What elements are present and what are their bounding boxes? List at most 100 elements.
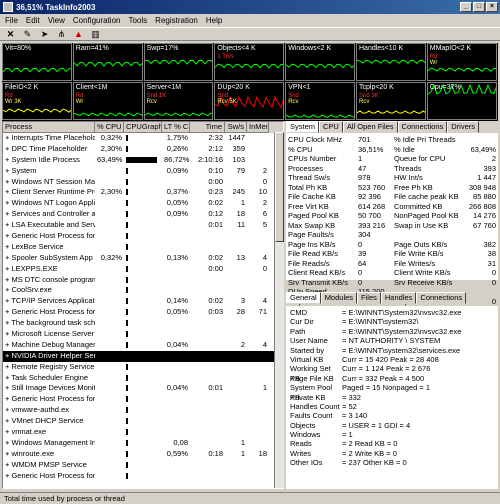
menu-file[interactable]: File [5, 16, 18, 25]
close-button[interactable]: × [486, 2, 498, 12]
tab-handles[interactable]: Handles [380, 292, 417, 304]
table-row[interactable]: + System Idle Process 63,49% 86,72% 2:10:16… [3, 155, 283, 166]
table-row[interactable]: + NVIDIA Driver Helper Service [3, 350, 283, 362]
detail-value: Objects [290, 420, 316, 430]
pin-icon[interactable]: ✎ [22, 29, 33, 40]
stat-value: File Writes/s [394, 258, 436, 268]
table-row[interactable]: + LexBce Service [3, 242, 283, 253]
menu-configuration[interactable]: Configuration [73, 16, 121, 25]
table-cell [190, 242, 225, 253]
tab-drivers[interactable]: Drivers [447, 121, 479, 133]
table-row[interactable]: + Windows Management Instrumentation 0,08… [3, 438, 283, 449]
table-cell: 103 [232, 154, 245, 164]
table-row[interactable]: + Generic Host Process for Win32 [3, 231, 283, 242]
table-row[interactable]: + Windows NT Logon Application 0,05% 0:02 1… [3, 198, 283, 209]
table-row[interactable]: + Services and Controller app 0,09% 0:12 18… [3, 209, 283, 220]
table-row[interactable]: + vmware-authd.ex [3, 405, 283, 416]
table-cell: + System [5, 165, 37, 175]
graph-label: VPN<1 [288, 84, 311, 91]
stat-row: CPU Clock MHz 701 % Idle Pri Threads [288, 135, 496, 145]
menu-registration[interactable]: Registration [155, 16, 198, 25]
stat-value: 36,51% [358, 144, 384, 154]
table-row[interactable]: + Windows NT Session Manager 0:00 0 [3, 177, 283, 188]
run-icon[interactable]: ➤ [39, 29, 50, 40]
table-cell: + Generic Host Process for Win32 [5, 470, 95, 480]
detail-value: Paged = 15 Nonpaged = 1 [342, 383, 430, 393]
detail-value: = 3 140 [342, 411, 368, 421]
table-row[interactable]: + Client Server Runtime Process 2,30% 0,37… [3, 187, 283, 198]
menu-help[interactable]: Help [206, 16, 222, 25]
tab-open-files[interactable]: All Open Files [342, 121, 398, 133]
tab-general[interactable]: General [286, 292, 321, 304]
tab-conns[interactable]: Connections [416, 292, 467, 304]
table-cell [95, 296, 124, 307]
table-cell: + Task Scheduler Engine [5, 372, 89, 382]
process-scroll-thumb[interactable] [275, 132, 284, 242]
col-lt-cpu[interactable]: LT % CPU [162, 122, 190, 133]
minimize-button[interactable]: _ [460, 2, 472, 12]
menu-tools[interactable]: Tools [128, 16, 147, 25]
graph-cell: Swp=17% [143, 43, 214, 81]
table-row[interactable]: + TCP/IP Services Application 0,14% 0:02 3 4 [3, 296, 283, 307]
table-cell: 2:12 [208, 143, 223, 153]
table-row[interactable]: + Machine Debug Manager 0,04% 2 4 [3, 340, 283, 351]
table-row[interactable]: + Generic Host Process for Win32 0,05% 0:0… [3, 307, 283, 318]
table-row[interactable]: + DPC Time Placeholder 2,30% 0,26% 2:12 359 [3, 144, 283, 155]
col-inmem[interactable]: InMem KB [247, 122, 269, 133]
tab-connections[interactable]: Connections [397, 121, 448, 133]
table-row[interactable]: + CoolSrv.exe [3, 285, 283, 296]
detail-row: Page File KB Curr = 332 Peak = 4 500 [290, 374, 498, 383]
maximize-button[interactable]: □ [473, 2, 485, 12]
table-row[interactable]: + Spooler SubSystem App 0,32% 0,13% 0:02 13 4 [3, 253, 283, 264]
table-row[interactable]: + VMnet DHCP Service [3, 416, 283, 427]
graph-label: Objects<4 K [217, 45, 256, 52]
table-cell [162, 351, 190, 362]
table-row[interactable]: + LEXPPS.EXE 0:00 0 [3, 264, 283, 275]
table-row[interactable]: + Generic Host Process for Win32 [3, 394, 283, 405]
stat-row: Processes 47 Threads 393 [288, 164, 496, 174]
table-row[interactable]: + Microsoft License Server [3, 329, 283, 340]
col-process[interactable]: Process [3, 122, 95, 133]
table-row[interactable]: + MS DTC console program [3, 275, 283, 286]
menu-edit[interactable]: Edit [26, 16, 40, 25]
cpu-bar [126, 254, 128, 261]
tab-modules[interactable]: Modules [320, 292, 358, 304]
table-cell [162, 460, 190, 471]
table-row[interactable]: + Interrupts Time Placeholder 0,32% 1,75% 2… [3, 133, 283, 144]
table-row[interactable]: + vmnat.exe [3, 427, 283, 438]
tab-cpu[interactable]: CPU [319, 121, 343, 133]
col-cpugraph[interactable]: CPUGraph [124, 122, 162, 133]
table-row[interactable]: + Remote Registry Service [3, 362, 283, 373]
table-cell [95, 340, 124, 351]
table-row[interactable]: + Task Scheduler Engine [3, 373, 283, 384]
table-cell: 1 [262, 383, 267, 393]
chart-icon[interactable]: ▥ [90, 29, 101, 40]
table-row[interactable]: + WMDM PMSP Service [3, 460, 283, 471]
cpu-graph-cell [124, 133, 162, 144]
table-row[interactable]: + LSA Executable and Server 0:01 11 5 [3, 220, 283, 231]
table-cell: + WMDM PMSP Service [5, 459, 87, 469]
tab-files[interactable]: Files [357, 292, 381, 304]
signal-icon[interactable]: ▲ [73, 29, 84, 40]
stat-value: 85 880 [473, 192, 496, 201]
col-sw[interactable]: Sw/s [225, 122, 247, 133]
tab-system[interactable]: System [286, 121, 320, 133]
menu-view[interactable]: View [48, 16, 65, 25]
stat-value: % Idle Pri Threads [394, 135, 456, 144]
table-row[interactable]: + Generic Host Process for Win32 [3, 471, 283, 482]
table-cell: 86,72% [164, 154, 190, 164]
table-cell [162, 394, 190, 405]
table-row[interactable]: + winroute.exe 0,59% 0:18 1 18 [3, 449, 283, 460]
graph-cell: FileIO<2 K Rd Wr 3K [2, 82, 72, 120]
col-cpu[interactable]: % CPU [95, 122, 124, 133]
process-scrollbar[interactable] [274, 132, 284, 488]
table-row[interactable]: + The background task scheduler [3, 318, 283, 329]
detail-tabs: General Modules Files Handles Connection… [286, 292, 467, 304]
table-row[interactable]: + Still Image Devices Monitor 0,04% 0:01 1 [3, 383, 283, 394]
close-icon[interactable]: ✕ [5, 29, 16, 40]
table-row[interactable]: + System 0,09% 0:10 79 2 [3, 166, 283, 177]
tree-icon[interactable]: ⋔ [56, 29, 67, 40]
graph-label: Server<1M [146, 84, 182, 91]
col-time[interactable]: Time [190, 122, 225, 133]
cpu-bar [126, 309, 128, 316]
